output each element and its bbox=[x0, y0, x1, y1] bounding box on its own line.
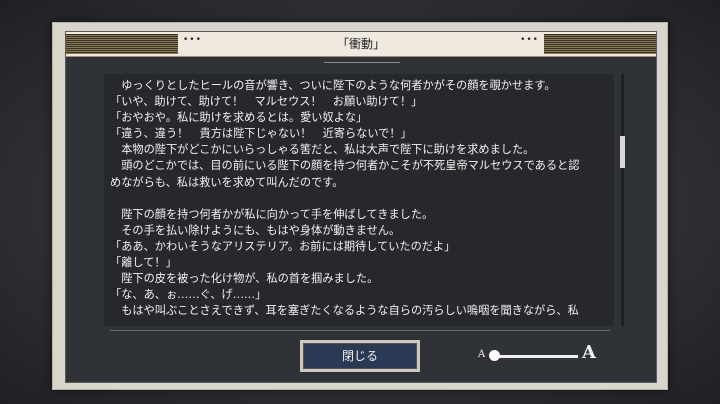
title-underline bbox=[324, 62, 400, 63]
scrollbar-thumb[interactable] bbox=[620, 135, 625, 168]
log-line: もはや叫ぶことさえできず、耳を塞ぎたくなるような自らの汚らしい嗚咽を聞きながら、… bbox=[110, 304, 579, 318]
log-line: 「離して！」 bbox=[110, 256, 177, 270]
log-line: 陛下の皮を被った化け物が、私の首を掴みました。 bbox=[110, 272, 379, 286]
log-line: ゆっくりとしたヒールの音が響き、ついに陛下のような何者かがその顔を覗かせます。 bbox=[110, 79, 556, 92]
game-screen: ••• ••• 「衝動」 ゆっくりとしたヒールの音が響き、ついに陛下のような何者… bbox=[0, 0, 720, 404]
log-line: その手を払い除けようにも、もはや身体が動きません。 bbox=[110, 223, 401, 237]
text-size-slider[interactable] bbox=[494, 355, 578, 358]
bottom-divider bbox=[110, 330, 610, 331]
log-line: 「ああ、かわいそうなアリステリア。お前には期待していたのだよ」 bbox=[110, 239, 456, 253]
log-line: 「いや、助けて、助けて！ マルセウス！ お願い助けて！」 bbox=[110, 95, 423, 109]
dialog-title: 「衝動」 bbox=[336, 37, 385, 51]
log-line: 「おやおや。私に助けを求めるとは。愛い奴よな」 bbox=[110, 111, 368, 125]
text-size-slider-knob[interactable] bbox=[489, 350, 500, 361]
log-text: ゆっくりとしたヒールの音が響き、ついに陛下のような何者かがその顔を覗かせます。「… bbox=[110, 78, 610, 324]
log-line: 頭のどこかでは、目の前にいる陛下の顔を持つ何者かこそが不死皇帝マルセウスであると… bbox=[110, 159, 580, 173]
text-size-large-icon: A bbox=[582, 342, 596, 363]
backlog-window: ••• ••• 「衝動」 ゆっくりとしたヒールの音が響き、ついに陛下のような何者… bbox=[52, 22, 668, 390]
text-size-small-icon: A bbox=[478, 349, 486, 360]
log-text-panel[interactable]: ゆっくりとしたヒールの音が響き、ついに陛下のような何者かがその顔を覗かせます。「… bbox=[104, 74, 614, 326]
backlog-panel: ••• ••• 「衝動」 ゆっくりとしたヒールの音が響き、ついに陛下のような何者… bbox=[65, 31, 657, 383]
close-button[interactable]: 閉じる bbox=[300, 340, 420, 372]
log-line: 本物の陛下がどこかにいらっしゃる筈だと、私は大声で陛下に助けを求めました。 bbox=[110, 143, 535, 157]
scrollbar-track[interactable] bbox=[621, 74, 624, 326]
log-line: めながらも、私は救いを求めて叫んだのです。 bbox=[110, 175, 344, 189]
title-bar: ••• ••• 「衝動」 bbox=[66, 32, 656, 57]
log-line: 「な、あ、ぉ……ぐ、げ……」 bbox=[110, 288, 267, 302]
log-line: 陛下の顔を持つ何者かが私に向かって手を伸ばしてきました。 bbox=[110, 207, 434, 221]
log-line: 「違う、違う！ 貴方は陛下じゃない！ 近寄らないで！」 bbox=[110, 127, 412, 141]
